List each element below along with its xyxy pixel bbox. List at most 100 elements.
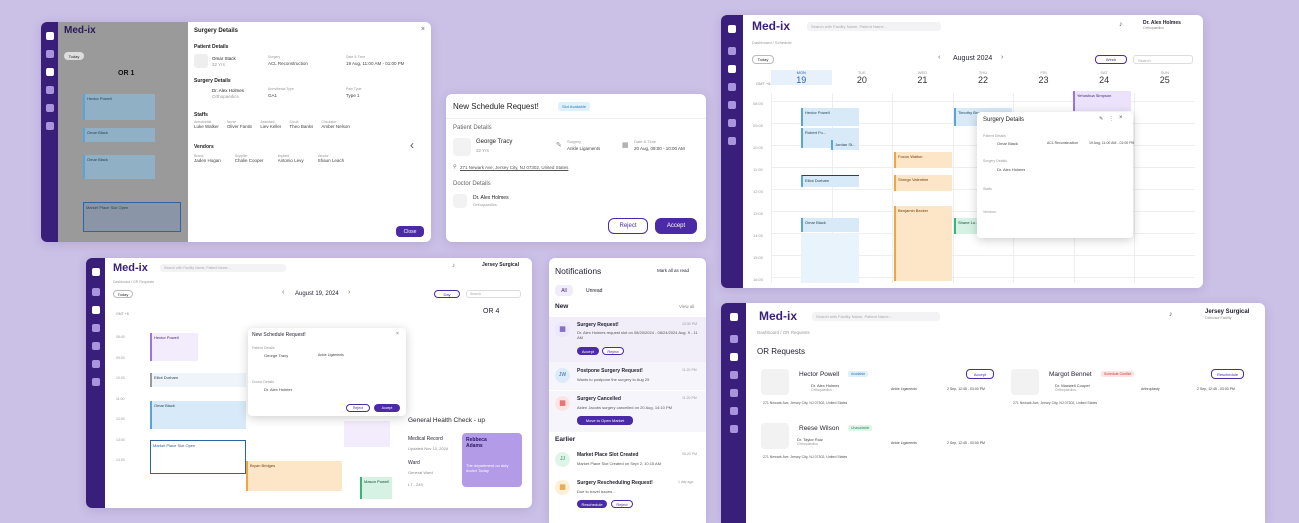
mark-all-read-link[interactable]: Mark all as read [657, 268, 689, 273]
day-header[interactable]: SUN 25 [1134, 70, 1195, 85]
event[interactable]: Bryan Bridges [246, 461, 342, 491]
address[interactable]: 271 Newark Ave, Jersey City, NJ 07302, U… [1013, 401, 1097, 405]
grid-icon[interactable] [45, 50, 54, 58]
chart-icon[interactable] [729, 371, 738, 379]
gear-icon[interactable] [45, 122, 54, 130]
calendar-icon[interactable] [728, 65, 736, 73]
gear-icon[interactable] [728, 137, 736, 145]
event[interactable]: Hector Powell [150, 333, 198, 361]
event[interactable]: Omar Black [801, 218, 859, 232]
menu-icon[interactable] [729, 313, 738, 321]
event[interactable]: Omar Black [83, 128, 155, 142]
event[interactable]: Market Place Slot Open [150, 440, 246, 474]
edit-icon[interactable]: ✎ [1099, 116, 1103, 122]
chart-icon[interactable] [45, 86, 54, 94]
address[interactable]: 271 Newark Ave, Jersey City, NJ 07302, U… [460, 165, 568, 170]
menu-icon[interactable] [91, 268, 100, 276]
address[interactable]: 271 Newark Ave, Jersey City, NJ 07302, U… [763, 401, 847, 405]
people-icon[interactable] [729, 389, 738, 397]
grid-icon[interactable] [91, 288, 100, 296]
chevron-right-icon[interactable]: › [348, 289, 350, 296]
grid-icon[interactable] [728, 47, 736, 55]
chart-icon[interactable] [728, 83, 736, 91]
people-icon[interactable] [728, 101, 736, 109]
chevron-left-icon[interactable]: ‹ [938, 54, 940, 61]
user-name[interactable]: Jersey Surgical [482, 262, 519, 268]
user-icon[interactable] [91, 360, 100, 368]
event[interactable]: Hector Powell [83, 94, 155, 120]
user-icon[interactable] [728, 119, 736, 127]
event[interactable]: Benjamin Becker [894, 206, 952, 281]
close-icon[interactable]: × [396, 331, 399, 337]
user-name[interactable]: Jersey Surgical [1205, 309, 1249, 315]
bell-icon[interactable]: ♪ [1169, 311, 1173, 318]
event[interactable]: Market Place Slot Open [83, 202, 181, 232]
view-select[interactable]: Week [1095, 55, 1127, 64]
move-to-market-button[interactable]: Move to Open Market [577, 416, 633, 425]
today-button[interactable]: Today [752, 55, 774, 64]
tab-unread[interactable]: Unread [586, 288, 602, 294]
grid-icon[interactable] [729, 335, 738, 343]
search-input[interactable]: Search with Facility Name, Patient Name.… [812, 312, 940, 321]
event[interactable]: Jordan St... [831, 140, 859, 150]
event[interactable]: Elliot Durham [150, 373, 246, 387]
doctor-on-duty-card[interactable]: Rebbeca Adams The department on duty doc… [462, 433, 522, 487]
gear-icon[interactable] [91, 378, 100, 386]
calendar-search-input[interactable]: Search [1133, 55, 1193, 64]
address[interactable]: 271 Newark Ave, Jersey City, NJ 07302, U… [763, 455, 847, 459]
menu-icon[interactable] [728, 25, 736, 33]
reject-button[interactable]: Reject [346, 404, 370, 412]
day-header[interactable]: FRI 23 [1013, 70, 1074, 85]
more-icon[interactable]: ⋮ [1109, 116, 1114, 122]
event[interactable]: Mason Powell [360, 477, 392, 499]
tab-all[interactable]: All [555, 285, 573, 296]
chart-icon[interactable] [91, 324, 100, 332]
calendar-icon[interactable] [45, 68, 54, 76]
bell-icon[interactable]: ♪ [1119, 21, 1123, 28]
event[interactable]: Yehoshua Simpson [1073, 91, 1131, 111]
view-all-link[interactable]: View all [679, 304, 694, 309]
accept-button[interactable]: Accept [374, 404, 400, 412]
close-icon[interactable]: × [421, 26, 425, 33]
view-select[interactable]: Day [434, 290, 460, 298]
accept-button[interactable]: Accept [966, 369, 994, 379]
day-header[interactable]: WED 21 [892, 70, 953, 85]
reject-button[interactable]: Reject [602, 347, 624, 355]
today-button[interactable]: Today [113, 290, 133, 298]
user-icon[interactable] [729, 407, 738, 415]
reject-button[interactable]: Reject [608, 218, 648, 234]
chevron-right-icon[interactable]: › [1001, 54, 1003, 61]
day-header[interactable]: MON 19 [771, 70, 832, 85]
event[interactable]: Elliot Durham [801, 175, 859, 187]
gear-icon[interactable] [729, 425, 738, 433]
chevron-left-icon[interactable]: ‹ [282, 289, 284, 296]
event[interactable]: Omar Black [150, 401, 246, 429]
bell-icon[interactable]: ♪ [452, 263, 455, 269]
menu-icon[interactable] [45, 32, 54, 40]
staff-name: Oliver Fantin [226, 124, 253, 129]
accept-button[interactable]: Accept [577, 347, 599, 355]
day-header[interactable]: TUE 20 [832, 70, 893, 85]
day-header[interactable]: SAT 24 [1074, 70, 1135, 85]
reject-button[interactable]: Reject [611, 500, 633, 508]
event[interactable]: Foxon Walton [894, 152, 952, 168]
people-icon[interactable] [91, 342, 100, 350]
search-input[interactable]: Search with Facility Name, Patient Name.… [160, 264, 286, 272]
event[interactable]: Hector Powell [801, 108, 859, 126]
calendar-search-input[interactable]: Search [466, 290, 521, 298]
close-icon[interactable]: × [1119, 115, 1123, 121]
calendar-icon[interactable] [729, 353, 738, 361]
reschedule-button[interactable]: Reschedule [1211, 369, 1244, 379]
search-input[interactable]: Search with Facility Name, Patient Name.… [807, 22, 941, 31]
reschedule-button[interactable]: Reschedule [577, 500, 607, 508]
event[interactable]: Shrego Valentine [894, 175, 952, 191]
accept-button[interactable]: Accept [655, 218, 697, 234]
chevron-left-icon[interactable]: ‹ [410, 138, 414, 152]
calendar-icon[interactable] [91, 306, 100, 314]
close-button[interactable]: Close [396, 226, 424, 237]
day-header[interactable]: THU 22 [953, 70, 1014, 85]
event[interactable]: Omar Black [83, 155, 155, 179]
today-button[interactable]: Today [64, 52, 84, 60]
people-icon[interactable] [45, 104, 54, 112]
notification-item[interactable] [549, 362, 706, 390]
